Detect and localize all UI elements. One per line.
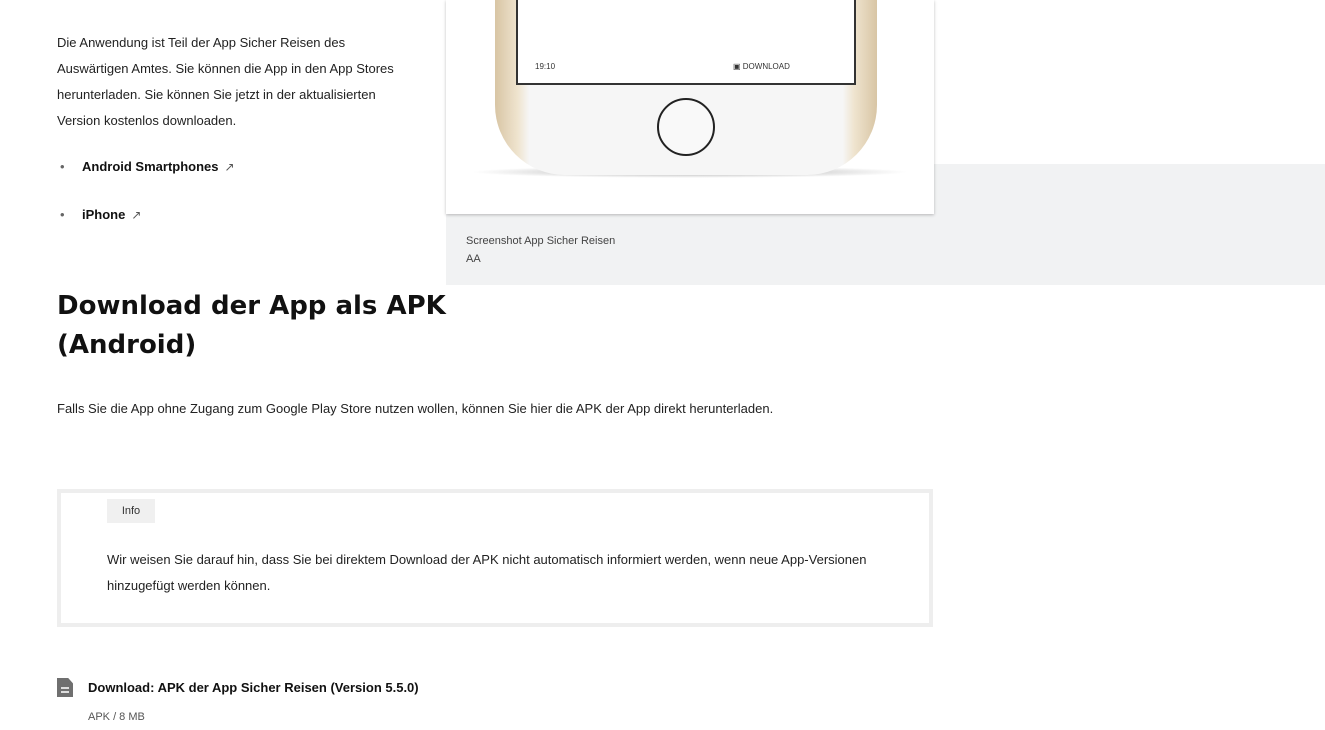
file-icon (57, 678, 73, 697)
phone-screen-label: ▣ DOWNLOAD (733, 62, 790, 71)
phone-screen-time: 19:10 (535, 62, 556, 71)
download-meta: APK / 8 MB (88, 711, 145, 723)
bullet-icon: • (60, 159, 65, 174)
store-link-iphone[interactable]: iPhone (82, 207, 125, 222)
external-link-icon: ↗ (224, 160, 235, 174)
external-link-icon: ↗ (131, 208, 142, 222)
phone-screen-download-text: DOWNLOAD (742, 62, 790, 71)
caption-source: AA (466, 253, 481, 265)
store-link-android[interactable]: Android Smartphones (82, 159, 219, 174)
download-apk-link[interactable]: Download: APK der App Sicher Reisen (Ver… (88, 680, 419, 695)
caption-text: Screenshot App Sicher Reisen (466, 235, 616, 247)
phone-screen (516, 0, 856, 85)
store-item-iphone[interactable]: • iPhone ↗ (60, 203, 235, 227)
store-list: • Android Smartphones ↗ • iPhone ↗ (60, 155, 235, 251)
info-label: Info (107, 499, 155, 523)
section-text: Falls Sie die App ohne Zugang zum Google… (57, 401, 774, 416)
bullet-icon: • (60, 207, 65, 222)
intro-text: Die Anwendung ist Teil der App Sicher Re… (57, 35, 394, 128)
section-title: Download der App als APK (Android) (57, 291, 446, 360)
info-text: Wir weisen Sie darauf hin, dass Sie bei … (107, 552, 867, 593)
store-item-android[interactable]: • Android Smartphones ↗ (60, 155, 235, 179)
figure-caption: Screenshot App Sicher Reisen AA (466, 232, 615, 268)
home-button-icon (657, 98, 715, 156)
